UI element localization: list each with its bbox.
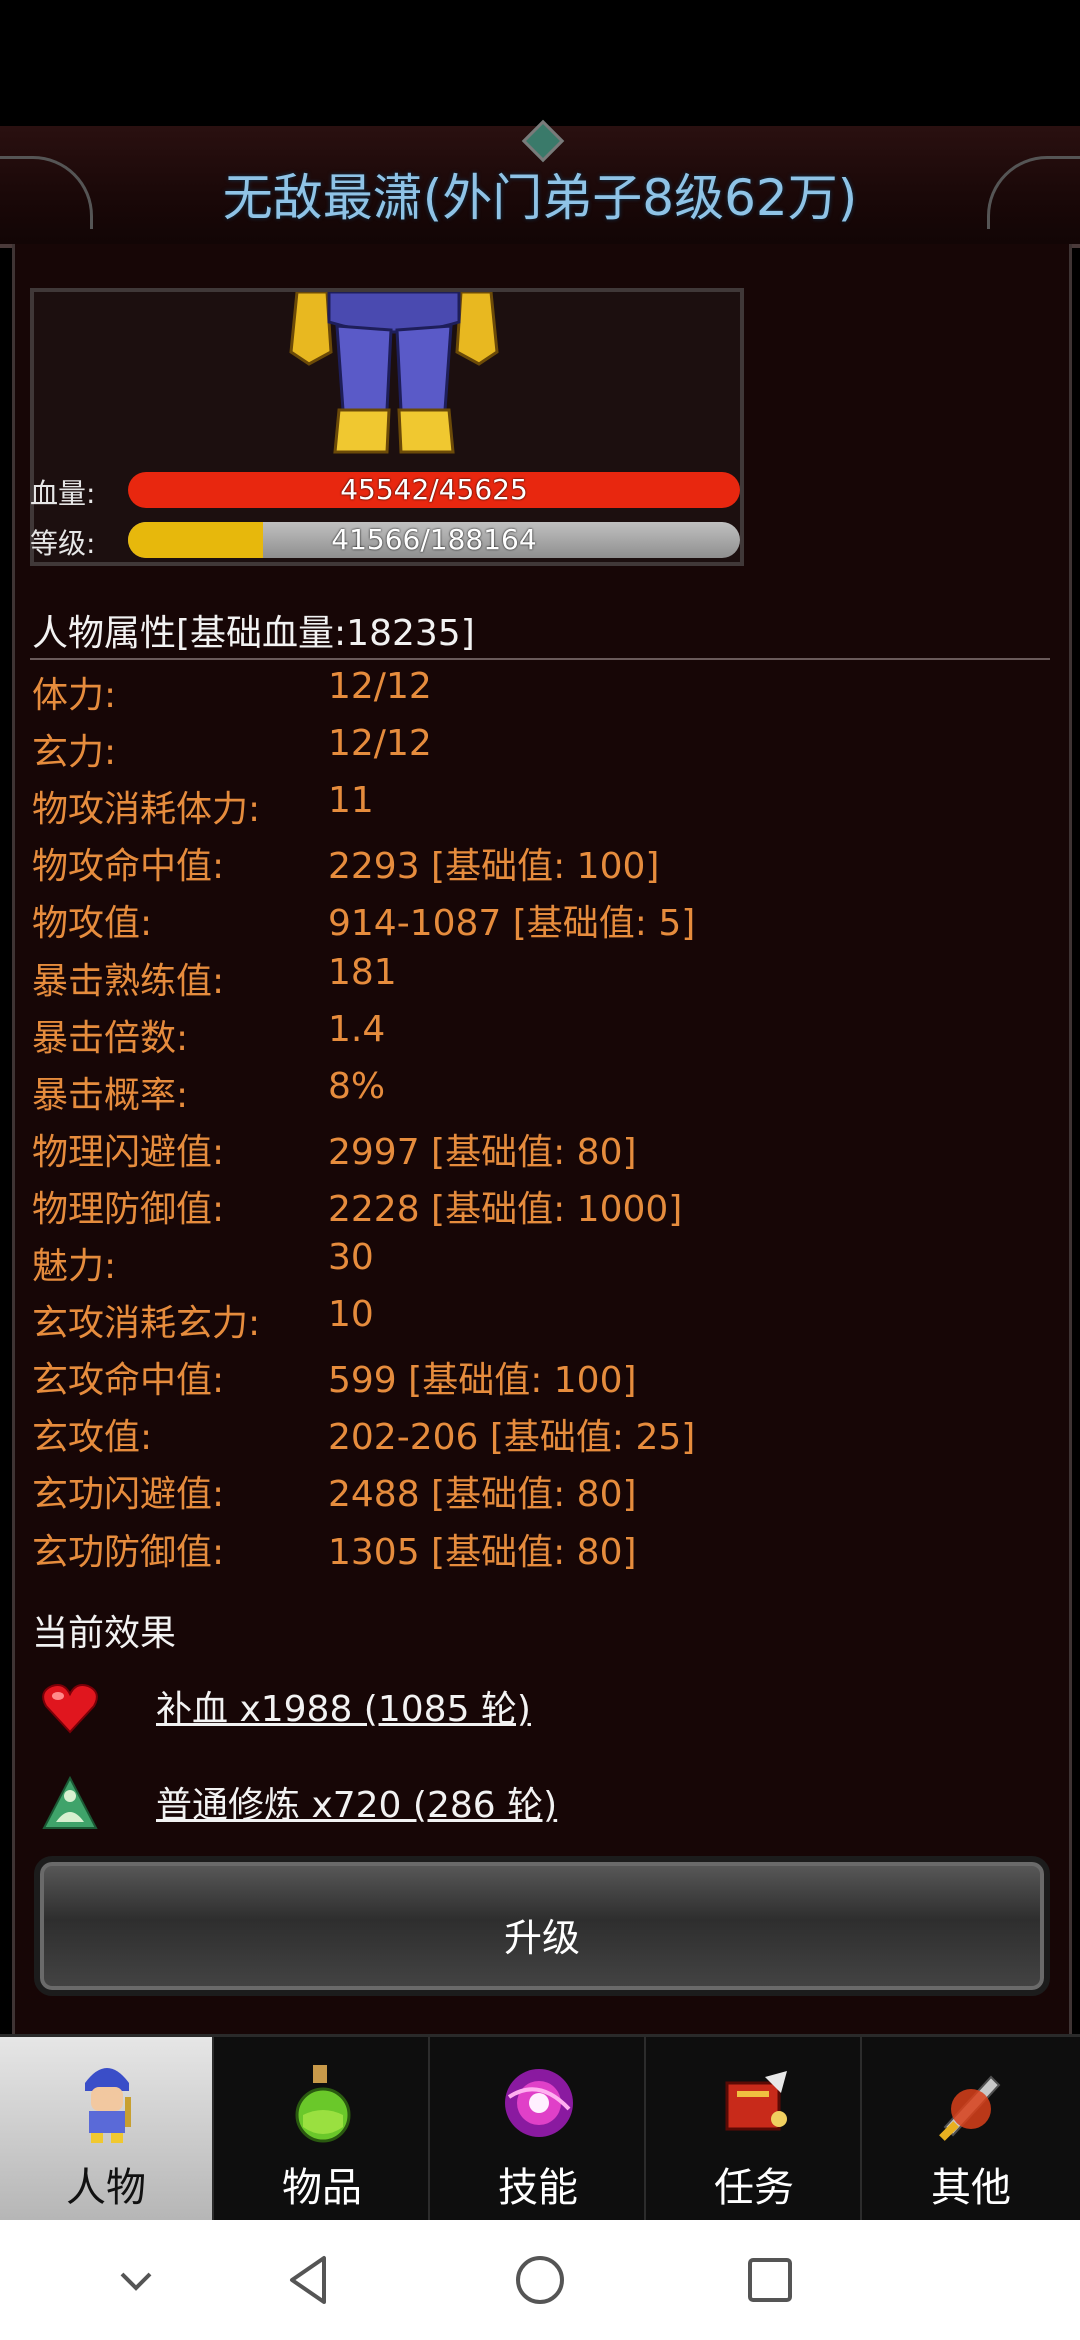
tab-quests[interactable]: 任务: [648, 2037, 862, 2223]
tab-skills[interactable]: 技能: [432, 2037, 646, 2223]
tab-items[interactable]: 物品: [216, 2037, 430, 2223]
back-chevron-icon[interactable]: [106, 2250, 166, 2310]
frame-gem-icon: [521, 119, 565, 163]
attribute-label: 魅力:: [32, 1246, 117, 1287]
system-nav-bar: [0, 2220, 1080, 2340]
attribute-label: 玄功闪避值:: [32, 1474, 225, 1516]
attribute-label: 暴击概率:: [32, 1074, 189, 1116]
attribute-label: 玄攻值:: [32, 1417, 153, 1459]
attribute-label: 玄攻消耗玄力:: [32, 1303, 261, 1345]
hp-bar: 45542/45625: [128, 472, 740, 508]
quest-icon: [725, 2071, 787, 2131]
potion-icon: [295, 2065, 351, 2143]
effect-text-heal[interactable]: 补血 x1988 (1085 轮): [156, 1680, 531, 1732]
attribute-label: 体力:: [32, 675, 117, 716]
attribute-value: 8%: [328, 1065, 386, 1107]
attribute-value: 914-1087 [基础值: 5]: [328, 903, 696, 945]
attribute-label: 物理防御值:: [32, 1188, 225, 1230]
divider: [30, 658, 1050, 660]
skill-orb-icon: [505, 2069, 573, 2137]
attribute-value: 181: [328, 951, 397, 993]
attribute-value: 1.4: [328, 1008, 386, 1050]
attribute-value: 2488 [基础值: 80]: [328, 1474, 637, 1516]
tab-other[interactable]: 其他: [864, 2037, 1078, 2223]
attribute-value: 12/12: [328, 723, 432, 765]
attribute-value: 1305 [基础值: 80]: [328, 1531, 637, 1573]
home-circle-icon[interactable]: [510, 2250, 570, 2310]
effect-text-cultivation[interactable]: 普通修炼 x720 (286 轮): [156, 1776, 557, 1828]
attribute-label: 玄攻命中值:: [32, 1360, 225, 1402]
level-bar: 41566/188164: [128, 522, 740, 558]
attributes-header: 人物属性[基础血量:18235]: [32, 613, 475, 654]
attribute-value: 599 [基础值: 100]: [328, 1360, 637, 1402]
attribute-value: 2293 [基础值: 100]: [328, 846, 660, 888]
character-sprite-icon: [289, 292, 499, 454]
level-value: 41566/188164: [331, 523, 537, 556]
sword-icon: [939, 2075, 1001, 2141]
attribute-label: 暴击熟练值:: [32, 960, 225, 1002]
bottom-tab-bar: 人物 物品 技能 任务 其他: [0, 2034, 1080, 2223]
attribute-label: 玄功防御值:: [32, 1531, 225, 1573]
heart-icon: [42, 1684, 98, 1734]
tab-label: 其他: [931, 2165, 1011, 2211]
attribute-value: 10: [328, 1294, 374, 1336]
effects-title: 当前效果: [32, 1613, 177, 1654]
upgrade-button[interactable]: 升级: [34, 1856, 1050, 1996]
attribute-value: 2228 [基础值: 1000]: [328, 1188, 683, 1230]
attribute-label: 物攻值:: [32, 903, 153, 945]
tab-label: 技能: [498, 2165, 578, 2211]
tab-character[interactable]: 人物: [0, 2037, 214, 2223]
upgrade-button-label: 升级: [503, 1916, 580, 1960]
tab-label: 任务: [714, 2165, 794, 2211]
attribute-label: 物攻消耗体力:: [32, 789, 261, 831]
status-bar: [0, 0, 1080, 126]
tab-label: 物品: [282, 2165, 362, 2211]
attribute-label: 玄力:: [32, 732, 117, 774]
attribute-label: 物理闪避值:: [32, 1131, 225, 1173]
tab-label: 人物: [66, 2165, 146, 2211]
attribute-value: 202-206 [基础值: 25]: [328, 1417, 696, 1459]
hp-label: 血量:: [30, 477, 96, 510]
attribute-label: 物攻命中值:: [32, 846, 225, 888]
back-triangle-icon[interactable]: [280, 2250, 340, 2310]
meditation-icon: [42, 1775, 98, 1829]
hp-value: 45542/45625: [340, 473, 528, 506]
recents-square-icon[interactable]: [740, 2250, 800, 2310]
attribute-value: 12/12: [328, 666, 432, 707]
attribute-value: 11: [328, 780, 374, 822]
level-label: 等级:: [30, 527, 96, 560]
attribute-value: 30: [328, 1237, 374, 1278]
attribute-value: 2997 [基础值: 80]: [328, 1131, 637, 1173]
character-icon: [85, 2068, 131, 2143]
attribute-label: 暴击倍数:: [32, 1017, 189, 1059]
page-title: 无敌最潇(外门弟子8级62万): [222, 169, 858, 227]
